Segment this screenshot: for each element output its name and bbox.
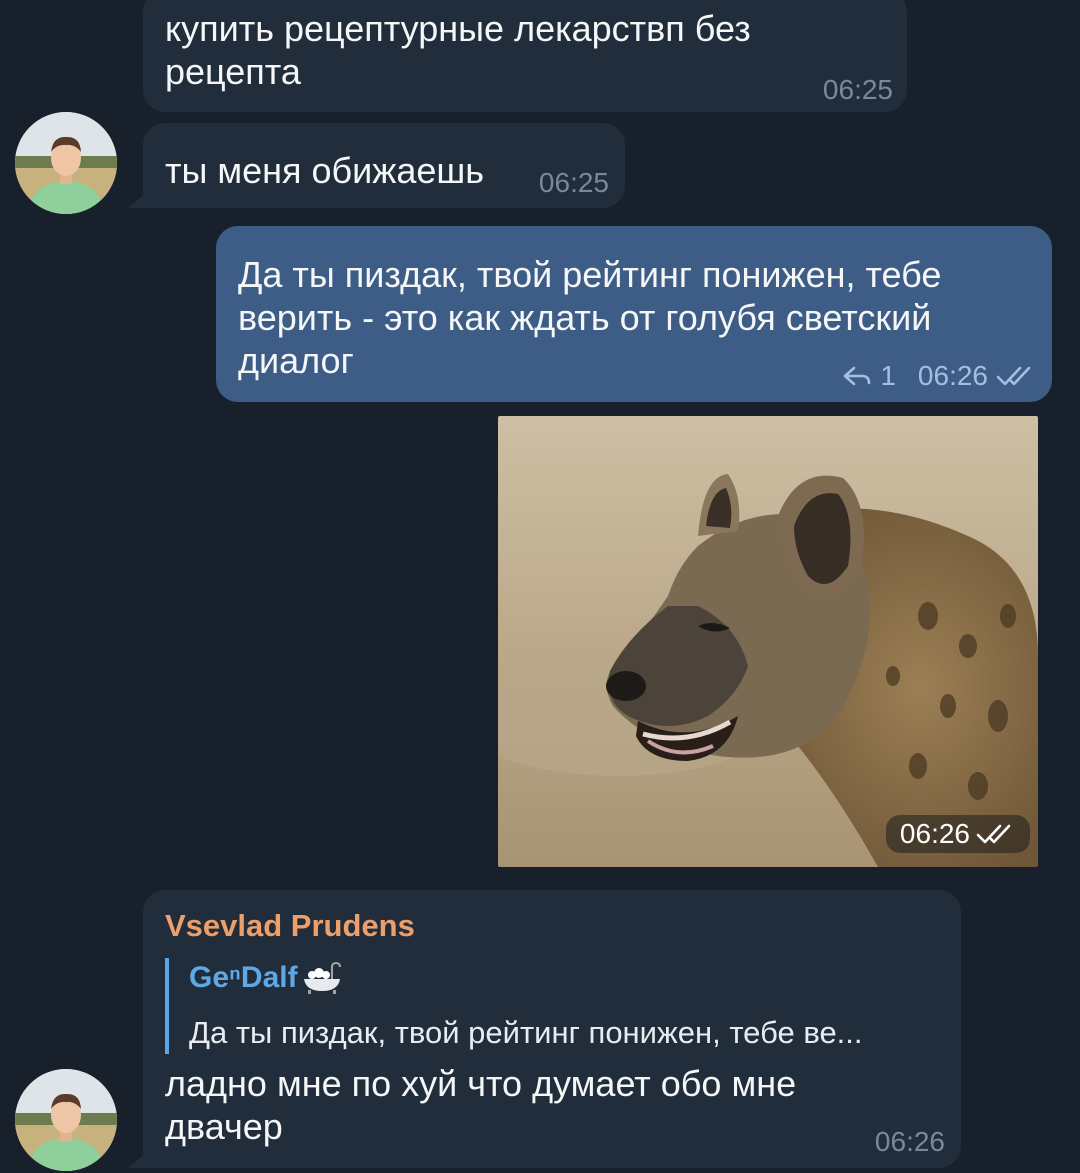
- message-meta: 1 06:26: [842, 360, 1036, 392]
- incoming-message-bubble[interactable]: ты меня обижаешь 06:25: [143, 123, 625, 208]
- sender-avatar[interactable]: [15, 1069, 117, 1171]
- bubble-tail: [128, 1150, 150, 1168]
- reply-excerpt: Да ты пиздак, твой рейтинг понижен, тебе…: [189, 1015, 863, 1050]
- reply-author-name: GeⁿDalf: [189, 961, 298, 994]
- incoming-message-bubble[interactable]: Vsevlad Prudens GeⁿDalf Да ты пиздак, тв…: [143, 890, 961, 1168]
- message-time: 06:25: [822, 74, 893, 105]
- sender-name[interactable]: Vsevlad Prudens: [165, 908, 415, 944]
- message-text: ладно мне по хуй что думает обо мне двач…: [165, 1063, 797, 1147]
- photo-meta: 06:26: [885, 815, 1030, 853]
- reply-preview[interactable]: GeⁿDalf Да ты пиздак, твой рейтинг пониж…: [165, 958, 925, 1054]
- message-time: 06:25: [538, 167, 609, 198]
- double-check-icon: [996, 366, 1031, 386]
- reply-author: GeⁿDalf: [189, 958, 925, 998]
- chat-history: купить рецептурные лекарствп без рецепта…: [0, 0, 1080, 1173]
- message-text: ты меня обижаешь: [165, 150, 485, 191]
- sender-avatar[interactable]: [15, 112, 117, 214]
- message-text: купить рецептурные лекарствп без рецепта: [165, 8, 751, 92]
- avatar-photo: [15, 1069, 117, 1171]
- avatar-photo: [15, 112, 117, 214]
- reply-count: 1: [880, 360, 896, 391]
- bathtub-emoji-icon: [303, 961, 341, 994]
- incoming-message-bubble[interactable]: купить рецептурные лекарствп без рецепта…: [143, 0, 907, 112]
- message-time: 06:26: [917, 360, 988, 391]
- photo-message[interactable]: 06:26: [498, 416, 1038, 867]
- hyena-photo: [498, 416, 1038, 867]
- message-time: 06:26: [874, 1126, 945, 1157]
- message-time: 06:26: [899, 818, 970, 849]
- double-check-icon: [976, 824, 1011, 844]
- reply-arrow-icon: [844, 366, 871, 386]
- outgoing-message-bubble[interactable]: Да ты пиздак, твой рейтинг понижен, тебе…: [216, 226, 1052, 402]
